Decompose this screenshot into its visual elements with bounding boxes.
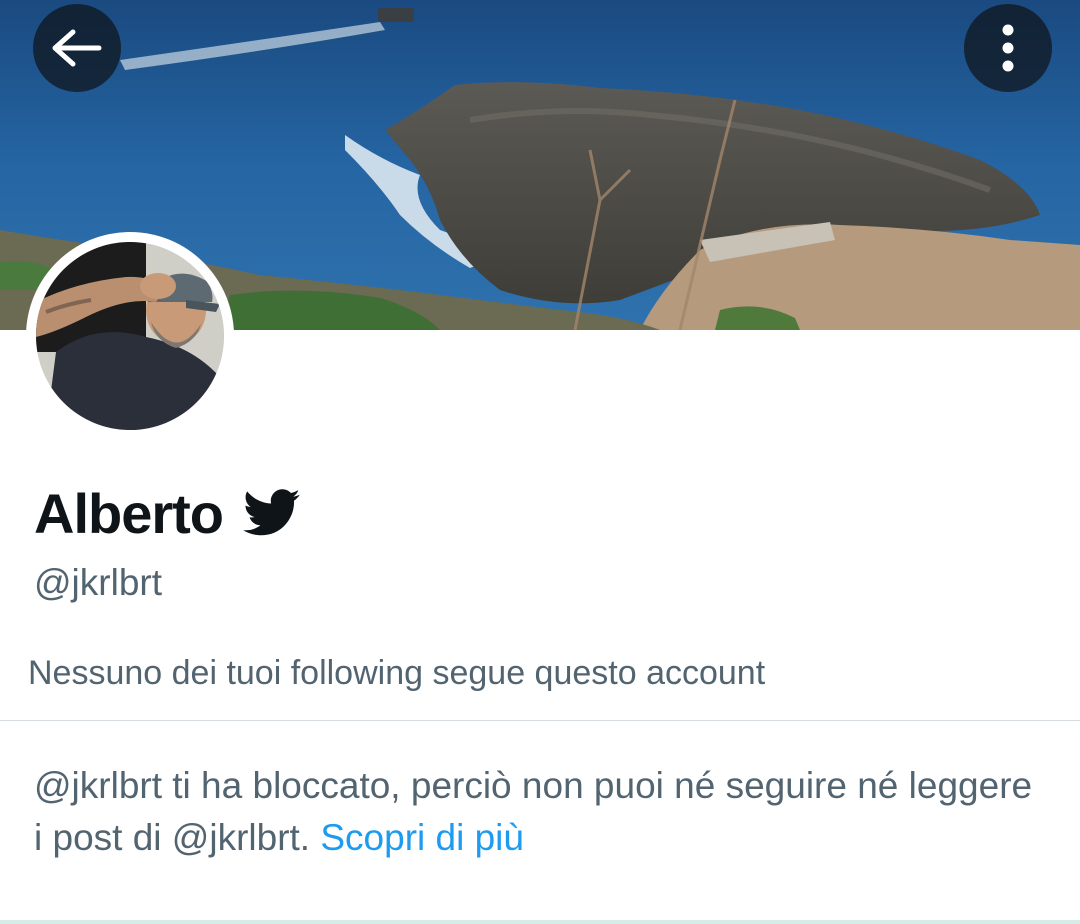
avatar-photo [36, 242, 224, 430]
twitter-bird-icon[interactable] [243, 489, 301, 537]
blocked-notice: @jkrlbrt ti ha bloccato, perciò non puoi… [34, 760, 1044, 864]
back-button[interactable] [33, 4, 121, 92]
profile-name-row: Alberto [34, 478, 301, 548]
divider [0, 720, 1080, 721]
learn-more-link[interactable]: Scopri di più [320, 817, 524, 858]
profile-display-name: Alberto [34, 481, 224, 545]
arrow-left-icon [52, 29, 102, 67]
profile-handle: @jkrlbrt [34, 562, 163, 603]
more-options-button[interactable] [964, 4, 1052, 92]
blocked-notice-text: @jkrlbrt ti ha bloccato, perciò non puoi… [34, 765, 1033, 858]
avatar[interactable] [36, 242, 224, 430]
more-vertical-icon [1002, 24, 1014, 72]
bottom-divider [0, 920, 1080, 924]
followers-you-know-note[interactable]: Nessuno dei tuoi following segue questo … [28, 654, 765, 693]
